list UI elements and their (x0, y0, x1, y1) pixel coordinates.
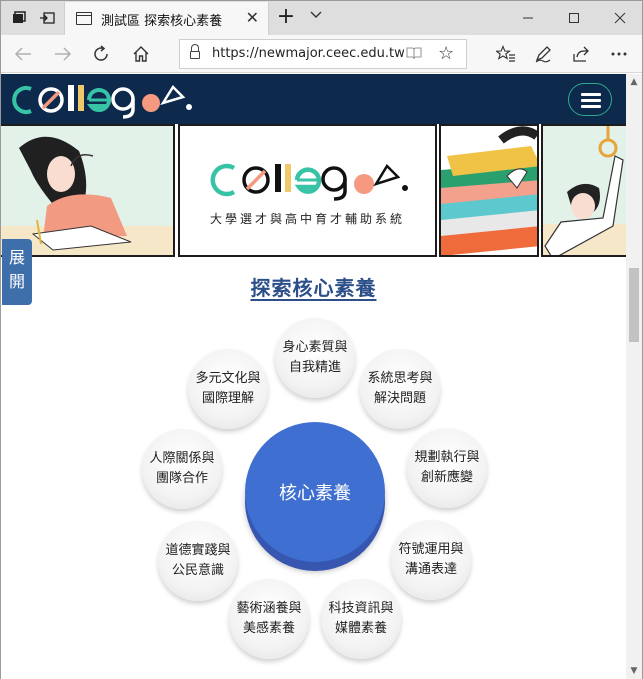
college-logo[interactable] (9, 81, 195, 119)
competency-line1: 科技資訊與 (328, 601, 394, 616)
competency-line2: 自我精進 (288, 360, 341, 375)
home-button[interactable] (127, 41, 155, 67)
refresh-button[interactable] (87, 41, 115, 67)
page-content: 大學選才與高中育才輔助系統 展 開 探索核心素養 身心素質與 自我精進 系統思考… (1, 74, 626, 679)
minimize-button[interactable] (505, 1, 551, 35)
site-tagline: 大學選才與高中育才輔助系統 (209, 212, 405, 226)
menu-toggle-button[interactable] (568, 83, 612, 116)
competency-line1: 道德實踐與 (165, 543, 231, 558)
competency-line1: 人際關係與 (149, 451, 215, 466)
new-tab-button[interactable]: + (273, 5, 299, 31)
competency-line2: 媒體素養 (334, 621, 387, 636)
banner-illustration-student (1, 124, 175, 257)
competency-line2: 公民意識 (171, 563, 224, 578)
favorites-icon[interactable] (492, 41, 520, 67)
hero-banner: 大學選才與高中育才輔助系統 (1, 124, 626, 257)
browser-window: 測試區 探索核心素養 ✕ + https://newmajor.ceec.edu… (0, 0, 643, 679)
section-title: 探索核心素養 (250, 276, 377, 300)
tab-title: 測試區 探索核心素養 (101, 14, 223, 29)
competency-line1: 藝術涵養與 (236, 601, 302, 616)
scroll-up-arrow-icon[interactable]: ▲ (626, 74, 642, 90)
close-tab-icon[interactable]: ✕ (246, 8, 259, 27)
banner-illustration-books (439, 124, 539, 257)
competency-line2: 溝通表達 (404, 562, 457, 577)
tab-bar: 測試區 探索核心素養 ✕ + (1, 1, 642, 35)
page-icon (76, 12, 92, 25)
url-text: https://newmajor.ceec.edu.tw (212, 46, 405, 61)
competency-bubble-aesthetics[interactable]: 藝術涵養與 美感素養 (229, 579, 309, 659)
competency-line2: 創新應變 (420, 470, 473, 485)
competency-line1: 系統思考與 (367, 371, 433, 386)
competency-line1: 符號運用與 (398, 542, 464, 557)
competency-bubble-citizenship[interactable]: 道德實踐與 公民意識 (158, 521, 238, 601)
more-options-icon[interactable] (605, 41, 633, 67)
set-aside-tabs-icon[interactable] (35, 6, 59, 30)
lock-icon (190, 44, 200, 60)
competency-line1: 身心素質與 (282, 340, 348, 355)
vertical-scrollbar[interactable]: ▲ ▼ (626, 74, 642, 679)
chevron-down-icon[interactable] (305, 7, 327, 29)
competency-line2: 解決問題 (373, 391, 426, 406)
competency-line1: 規劃執行與 (414, 450, 480, 465)
core-competency-center[interactable]: 核心素養 (245, 422, 385, 562)
share-icon[interactable] (567, 41, 595, 67)
scroll-down-arrow-icon[interactable]: ▼ (626, 663, 642, 679)
competency-bubble-technology[interactable]: 科技資訊與 媒體素養 (321, 579, 401, 659)
navigation-bar: https://newmajor.ceec.edu.tw ☆ (1, 35, 642, 73)
forward-button[interactable] (49, 41, 77, 67)
site-header (1, 74, 626, 124)
competency-line2: 團隊合作 (155, 471, 208, 486)
favorite-star-icon[interactable]: ☆ (438, 43, 454, 64)
banner-logo-panel: 大學選才與高中育才輔助系統 (178, 124, 437, 257)
close-window-button[interactable] (597, 1, 643, 35)
scrollbar-thumb[interactable] (629, 268, 639, 342)
banner-illustration-commuter (541, 124, 626, 257)
side-tab-label-1: 展 (8, 248, 25, 267)
maximize-button[interactable] (551, 1, 597, 35)
competency-bubble-planning[interactable]: 規劃執行與 創新應變 (407, 428, 487, 508)
pen-icon[interactable] (529, 41, 557, 67)
competency-bubble-communication[interactable]: 符號運用與 溝通表達 (391, 520, 471, 600)
competency-line2: 國際理解 (201, 391, 254, 406)
address-bar[interactable]: https://newmajor.ceec.edu.tw ☆ (179, 39, 467, 69)
competency-bubble-multiculturalism[interactable]: 多元文化與 國際理解 (188, 349, 268, 429)
reading-view-icon[interactable] (406, 45, 422, 65)
tab-actions-icon[interactable] (7, 6, 31, 30)
back-button[interactable] (9, 41, 37, 67)
competency-bubble-wellbeing[interactable]: 身心素質與 自我精進 (275, 318, 355, 398)
center-label: 核心素養 (279, 483, 351, 504)
competency-line1: 多元文化與 (195, 371, 261, 386)
active-tab[interactable]: 測試區 探索核心素養 ✕ (64, 2, 269, 35)
competency-line2: 美感素養 (242, 621, 295, 636)
competency-bubble-systems-thinking[interactable]: 系統思考與 解決問題 (360, 349, 440, 429)
competency-bubble-teamwork[interactable]: 人際關係與 團隊合作 (142, 429, 222, 509)
